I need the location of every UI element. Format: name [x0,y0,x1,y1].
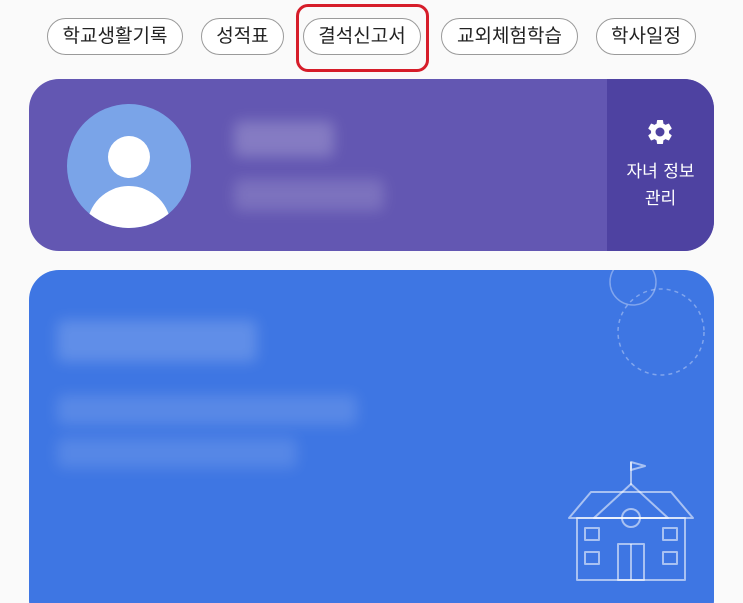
avatar-body-shape [87,186,171,228]
screen: 학교생활기록 성적표 결석신고서 교외체험학습 학사일정 자녀 정보 관리 [0,0,743,603]
card-decoration [568,270,705,581]
chip-academic-calendar[interactable]: 학사일정 [596,18,696,55]
manage-child-info-label: 자녀 정보 관리 [607,159,714,213]
avatar-head-shape [108,136,150,178]
chip-report-card[interactable]: 성적표 [201,18,284,55]
chip-school-record[interactable]: 학교생활기록 [47,18,183,55]
redacted-child-name [234,121,334,157]
redacted-child-school [234,179,384,211]
manage-label-line1: 자녀 정보 [626,162,695,182]
avatar [67,104,191,228]
decor-circle-dashed [617,288,705,376]
quick-menu: 학교생활기록 성적표 결석신고서 교외체험학습 학사일정 [0,0,743,72]
manage-child-info-button[interactable]: 자녀 정보 관리 [607,79,714,251]
manage-label-line2: 관리 [644,189,677,209]
gear-icon [648,119,672,144]
chip-absence-report[interactable]: 결석신고서 [303,18,421,55]
school-building-icon [568,461,694,581]
chip-field-trip[interactable]: 교외체험학습 [441,18,578,55]
school-info-card[interactable] [29,270,714,603]
child-profile-card[interactable]: 자녀 정보 관리 [29,79,714,251]
